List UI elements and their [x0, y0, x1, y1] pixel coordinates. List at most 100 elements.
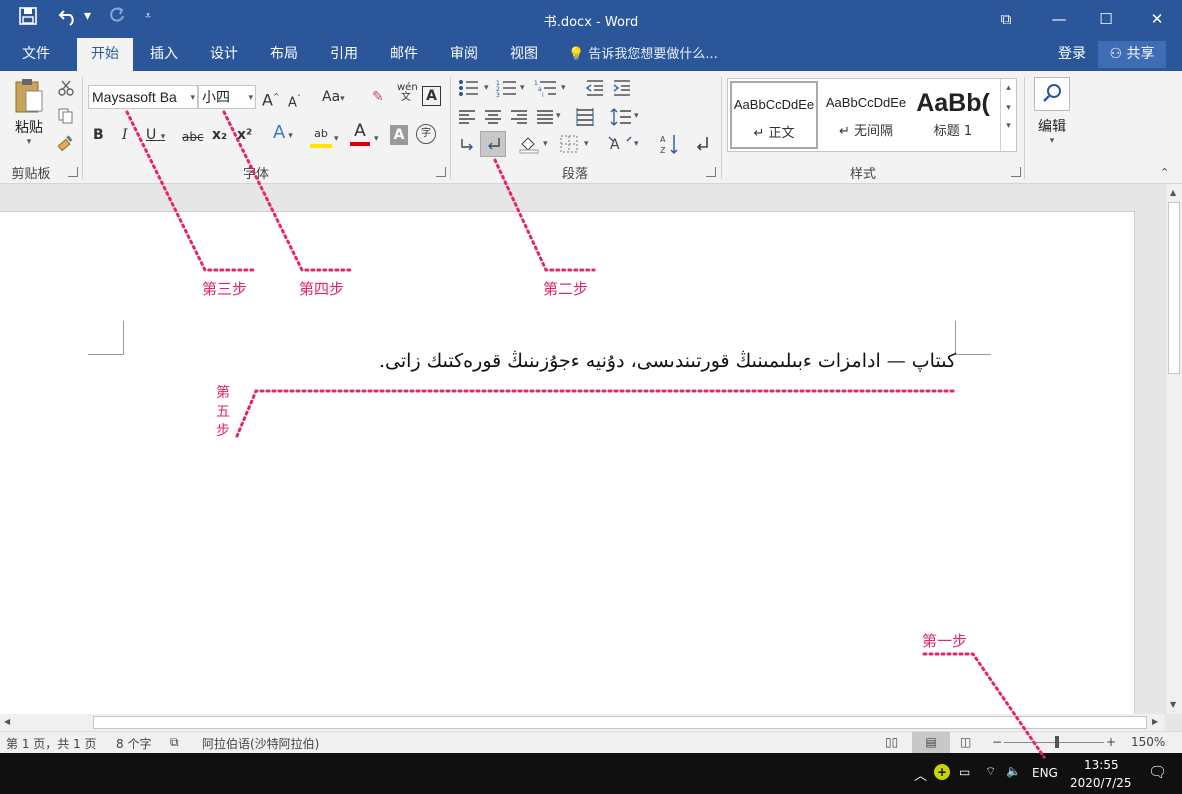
maximize-button[interactable]: ☐: [1083, 0, 1129, 38]
bullets-dropdown-icon[interactable]: ▾: [484, 83, 489, 93]
character-border-icon[interactable]: A: [422, 86, 441, 106]
clock-time[interactable]: 13:55: [1084, 758, 1119, 772]
rtl-direction-button[interactable]: [480, 131, 506, 157]
zoom-slider[interactable]: [1004, 742, 1104, 743]
align-right-icon[interactable]: [510, 109, 528, 125]
gallery-down-icon[interactable]: ▾: [1001, 103, 1016, 113]
tab-references[interactable]: 引用: [318, 38, 370, 71]
shading-icon[interactable]: [518, 134, 540, 154]
gallery-up-icon[interactable]: ▴: [1001, 83, 1016, 93]
battery-icon[interactable]: ▭: [959, 765, 970, 779]
font-color-button[interactable]: A: [350, 121, 370, 146]
character-shading-icon[interactable]: A: [390, 125, 408, 145]
distributed-icon[interactable]: [576, 107, 594, 127]
scroll-left-icon[interactable]: ◀: [4, 717, 10, 726]
numbering-icon[interactable]: 123: [496, 79, 518, 97]
share-button[interactable]: ⚇ 共享: [1098, 41, 1166, 68]
action-center-icon[interactable]: 🗨: [1148, 763, 1167, 781]
page-count[interactable]: 第 1 页，共 1 页: [6, 735, 97, 752]
shading-dropdown-icon[interactable]: ▾: [543, 139, 548, 149]
gallery-more-icon[interactable]: ▾: [1001, 121, 1016, 131]
read-mode-icon[interactable]: ▯▯: [885, 735, 898, 749]
multilevel-list-icon[interactable]: 1ai: [534, 79, 558, 97]
copy-icon[interactable]: [57, 107, 75, 125]
vertical-scrollbar[interactable]: ▲ ▼: [1165, 184, 1182, 714]
font-size-combo[interactable]: 小四 ▾: [198, 85, 256, 109]
highlight-dropdown-icon[interactable]: ▾: [334, 127, 339, 149]
vertical-scroll-thumb[interactable]: [1168, 202, 1180, 374]
word-count[interactable]: 8 个字: [116, 735, 151, 752]
numbering-dropdown-icon[interactable]: ▾: [520, 83, 525, 93]
paste-button[interactable]: 粘贴 ▾: [8, 77, 50, 157]
proofing-icon[interactable]: ⧉: [170, 735, 179, 750]
borders-icon[interactable]: [560, 135, 578, 153]
tab-insert[interactable]: 插入: [138, 38, 190, 71]
tell-me-search[interactable]: 💡 告诉我您想要做什么...: [568, 38, 718, 71]
justify-dropdown-icon[interactable]: ▾: [556, 111, 561, 121]
grow-font-icon[interactable]: A^: [262, 87, 280, 110]
show-hidden-icons-icon[interactable]: ︿: [914, 765, 927, 784]
bold-button[interactable]: B: [93, 125, 104, 145]
italic-button[interactable]: I: [122, 125, 128, 145]
zoom-out-button[interactable]: −: [992, 735, 1002, 749]
tab-review[interactable]: 审阅: [438, 38, 490, 71]
scroll-down-icon[interactable]: ▼: [1170, 700, 1176, 709]
volume-icon[interactable]: 🔈: [1006, 764, 1021, 778]
tab-file[interactable]: 文件: [10, 38, 62, 71]
asian-layout-dropdown-icon[interactable]: ▾: [634, 139, 639, 149]
subscript-button[interactable]: x₂: [212, 125, 227, 145]
close-button[interactable]: ✕: [1134, 0, 1180, 38]
document-text[interactable]: كىتاپ — ادامزات ءبىلىمىنىڭ قورتىندىسى، د…: [240, 350, 956, 372]
superscript-button[interactable]: x²: [237, 125, 252, 145]
phonetic-guide-icon[interactable]: wén 文: [397, 83, 418, 103]
underline-button[interactable]: U ▾: [146, 125, 165, 147]
shrink-font-icon[interactable]: Aˇ: [288, 89, 301, 113]
line-spacing-dropdown-icon[interactable]: ▾: [634, 111, 639, 121]
change-case-button[interactable]: Aa▾: [322, 87, 345, 109]
tab-home[interactable]: 开始: [77, 38, 133, 71]
editing-button[interactable]: 编辑 ▾: [1032, 77, 1072, 157]
sign-in-link[interactable]: 登录: [1058, 38, 1086, 71]
document-area[interactable]: [0, 192, 1165, 714]
style-no-spacing[interactable]: AaBbCcDdEe ↵ 无间隔: [822, 81, 910, 149]
asian-layout-icon[interactable]: A: [608, 133, 632, 153]
tray-app-icon[interactable]: +: [934, 764, 950, 780]
align-left-icon[interactable]: [458, 109, 476, 125]
print-layout-button[interactable]: ▤: [912, 732, 950, 753]
style-heading-1[interactable]: AaBb( 标题 1: [914, 81, 992, 149]
clear-formatting-icon[interactable]: ✎: [372, 87, 384, 107]
sort-icon[interactable]: AZ: [660, 133, 680, 155]
language-indicator[interactable]: 阿拉伯语(沙特阿拉伯): [202, 735, 319, 752]
clipboard-launcher-icon[interactable]: [68, 167, 78, 177]
increase-indent-icon[interactable]: [612, 79, 632, 97]
bullets-icon[interactable]: [458, 79, 482, 97]
clock-date[interactable]: 2020/7/25: [1070, 776, 1132, 790]
tab-view[interactable]: 视图: [498, 38, 550, 71]
web-layout-icon[interactable]: ◫: [960, 735, 971, 749]
multilevel-dropdown-icon[interactable]: ▾: [561, 83, 566, 93]
strikethrough-button[interactable]: abc: [182, 127, 204, 147]
ribbon-display-options-button[interactable]: ⧉: [983, 0, 1029, 38]
scroll-up-icon[interactable]: ▲: [1170, 188, 1176, 197]
input-method-indicator[interactable]: ENG: [1032, 766, 1058, 780]
justify-icon[interactable]: [536, 109, 554, 125]
highlight-button[interactable]: ab: [310, 123, 332, 148]
font-color-dropdown-icon[interactable]: ▾: [374, 127, 379, 149]
line-spacing-icon[interactable]: [610, 108, 632, 126]
font-name-combo[interactable]: Maysasoft Ba ▾: [88, 85, 198, 109]
zoom-in-button[interactable]: +: [1106, 735, 1116, 749]
style-normal[interactable]: AaBbCcDdEe ↵ 正文: [730, 81, 818, 149]
show-marks-icon[interactable]: [695, 135, 711, 153]
enclose-characters-icon[interactable]: 字: [416, 124, 436, 144]
tab-layout[interactable]: 布局: [258, 38, 310, 71]
decrease-indent-icon[interactable]: [585, 79, 605, 97]
horizontal-scrollbar[interactable]: ◀ ▶: [0, 714, 1165, 731]
tab-mailings[interactable]: 邮件: [378, 38, 430, 71]
scroll-right-icon[interactable]: ▶: [1152, 717, 1158, 726]
collapse-ribbon-icon[interactable]: ⌃: [1160, 166, 1169, 179]
network-icon[interactable]: ⌔: [985, 764, 996, 779]
cut-icon[interactable]: [57, 79, 75, 97]
zoom-slider-thumb[interactable]: [1055, 736, 1059, 748]
text-effects-button[interactable]: A ▾: [273, 123, 293, 146]
minimize-button[interactable]: —: [1036, 0, 1082, 38]
